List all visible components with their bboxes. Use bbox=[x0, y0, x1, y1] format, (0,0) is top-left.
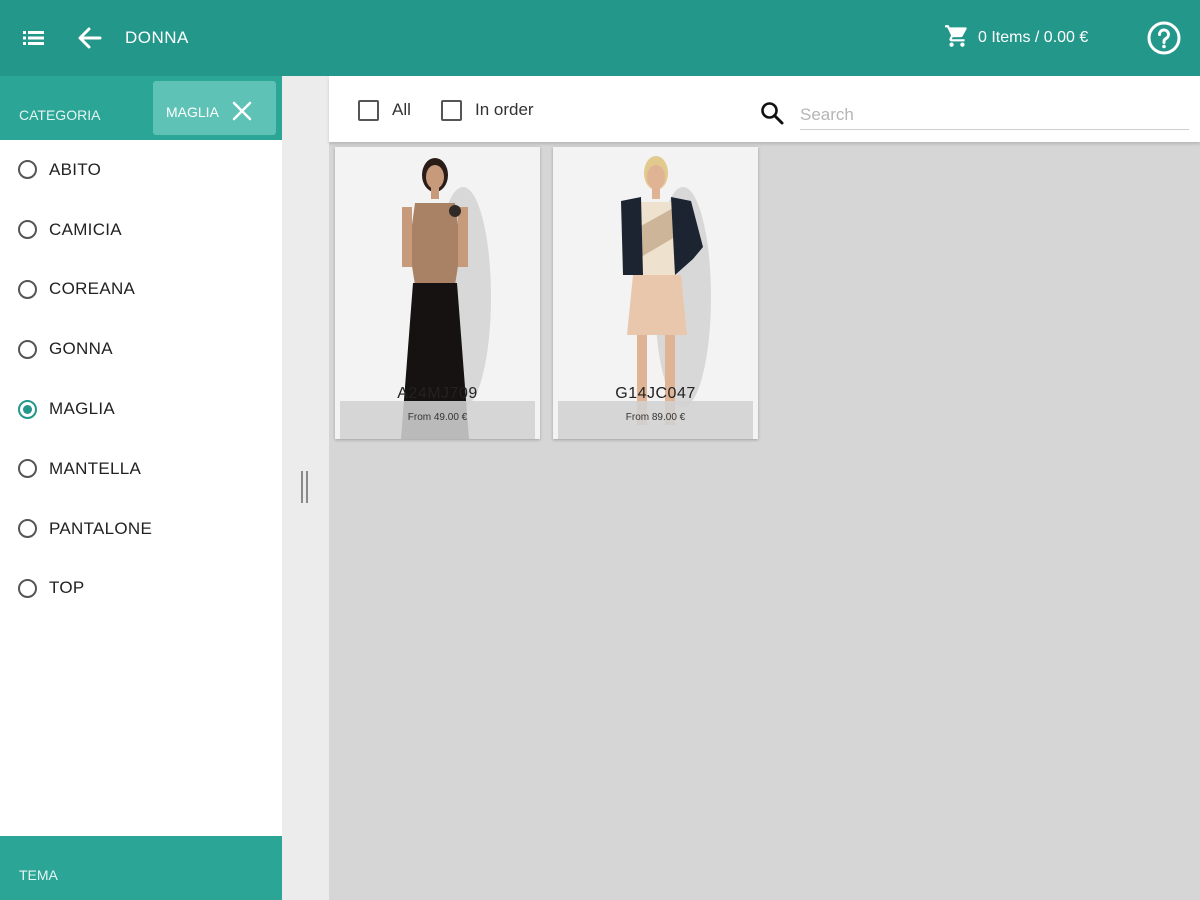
product-card[interactable]: A24MJ709 From 49.00 € bbox=[335, 147, 540, 439]
page-title: DONNA bbox=[125, 28, 189, 47]
in-order-checkbox[interactable]: In order bbox=[441, 98, 534, 122]
search-input[interactable] bbox=[800, 100, 1189, 130]
category-label: PANTALONE bbox=[49, 518, 153, 538]
category-item-camicia[interactable]: CAMICIA bbox=[0, 200, 282, 260]
shopping-cart-icon bbox=[944, 23, 970, 54]
product-price: From 49.00 € bbox=[407, 412, 468, 423]
filter-bar: All In order bbox=[329, 76, 1200, 142]
category-item-maglia[interactable]: MAGLIA bbox=[0, 379, 282, 439]
active-filter-label: MAGLIA bbox=[166, 104, 219, 120]
radio-button[interactable] bbox=[18, 459, 37, 479]
product-price: From 89.00 € bbox=[625, 412, 686, 423]
checkbox-box[interactable] bbox=[441, 99, 462, 121]
category-item-gonna[interactable]: GONNA bbox=[0, 319, 282, 379]
category-item-pantalone[interactable]: PANTALONE bbox=[0, 499, 282, 559]
radio-button[interactable] bbox=[18, 220, 37, 240]
category-sidebar: CATEGORIA MAGLIA ABITO CAMICIA COREANA G… bbox=[0, 76, 282, 900]
radio-button[interactable] bbox=[18, 519, 37, 539]
radio-button[interactable] bbox=[18, 339, 37, 359]
category-label: ABITO bbox=[49, 159, 102, 179]
tema-label: TEMA bbox=[19, 867, 58, 883]
help-circle-icon[interactable] bbox=[1146, 20, 1182, 56]
category-label: MANTELLA bbox=[49, 458, 142, 478]
category-label: COREANA bbox=[49, 279, 136, 299]
category-item-mantella[interactable]: MANTELLA bbox=[0, 439, 282, 499]
category-item-abito[interactable]: ABITO bbox=[0, 140, 282, 200]
category-item-coreana[interactable]: COREANA bbox=[0, 260, 282, 320]
active-filter-chip[interactable]: MAGLIA bbox=[153, 81, 276, 135]
arrow-left-icon[interactable] bbox=[72, 20, 108, 56]
cart-summary-text: 0 Items / 0.00 € bbox=[978, 29, 1089, 46]
list-menu-icon[interactable] bbox=[18, 22, 52, 54]
product-code: G14JC047 bbox=[615, 385, 696, 402]
sidebar-header: CATEGORIA MAGLIA bbox=[0, 76, 282, 140]
category-label: CAMICIA bbox=[49, 219, 122, 239]
checkbox-box[interactable] bbox=[358, 99, 379, 121]
all-checkbox-label: All bbox=[392, 100, 411, 119]
radio-button[interactable] bbox=[18, 279, 37, 299]
category-item-top[interactable]: TOP bbox=[0, 559, 282, 619]
sidebar-header-label: CATEGORIA bbox=[19, 107, 101, 123]
category-label: TOP bbox=[49, 578, 85, 598]
cart-summary-button[interactable]: 0 Items / 0.00 € bbox=[944, 22, 1088, 54]
product-card[interactable]: G14JC047 From 89.00 € bbox=[553, 147, 758, 439]
tema-section-header[interactable]: TEMA bbox=[0, 836, 282, 900]
product-code: A24MJ709 bbox=[397, 385, 478, 402]
category-list: ABITO CAMICIA COREANA GONNA MAGLIA MANTE… bbox=[0, 140, 282, 618]
category-label: GONNA bbox=[49, 339, 113, 359]
close-icon[interactable] bbox=[231, 100, 253, 122]
in-order-checkbox-label: In order bbox=[475, 100, 534, 119]
search-icon[interactable] bbox=[759, 100, 785, 126]
app-bar: DONNA 0 Items / 0.00 € bbox=[0, 0, 1200, 76]
panel-divider bbox=[282, 76, 329, 900]
category-label: MAGLIA bbox=[49, 399, 116, 419]
resize-handle[interactable] bbox=[300, 471, 309, 503]
radio-button-selected[interactable] bbox=[18, 399, 37, 419]
all-checkbox[interactable]: All bbox=[358, 98, 411, 122]
radio-button[interactable] bbox=[18, 578, 37, 598]
radio-button[interactable] bbox=[18, 160, 37, 180]
